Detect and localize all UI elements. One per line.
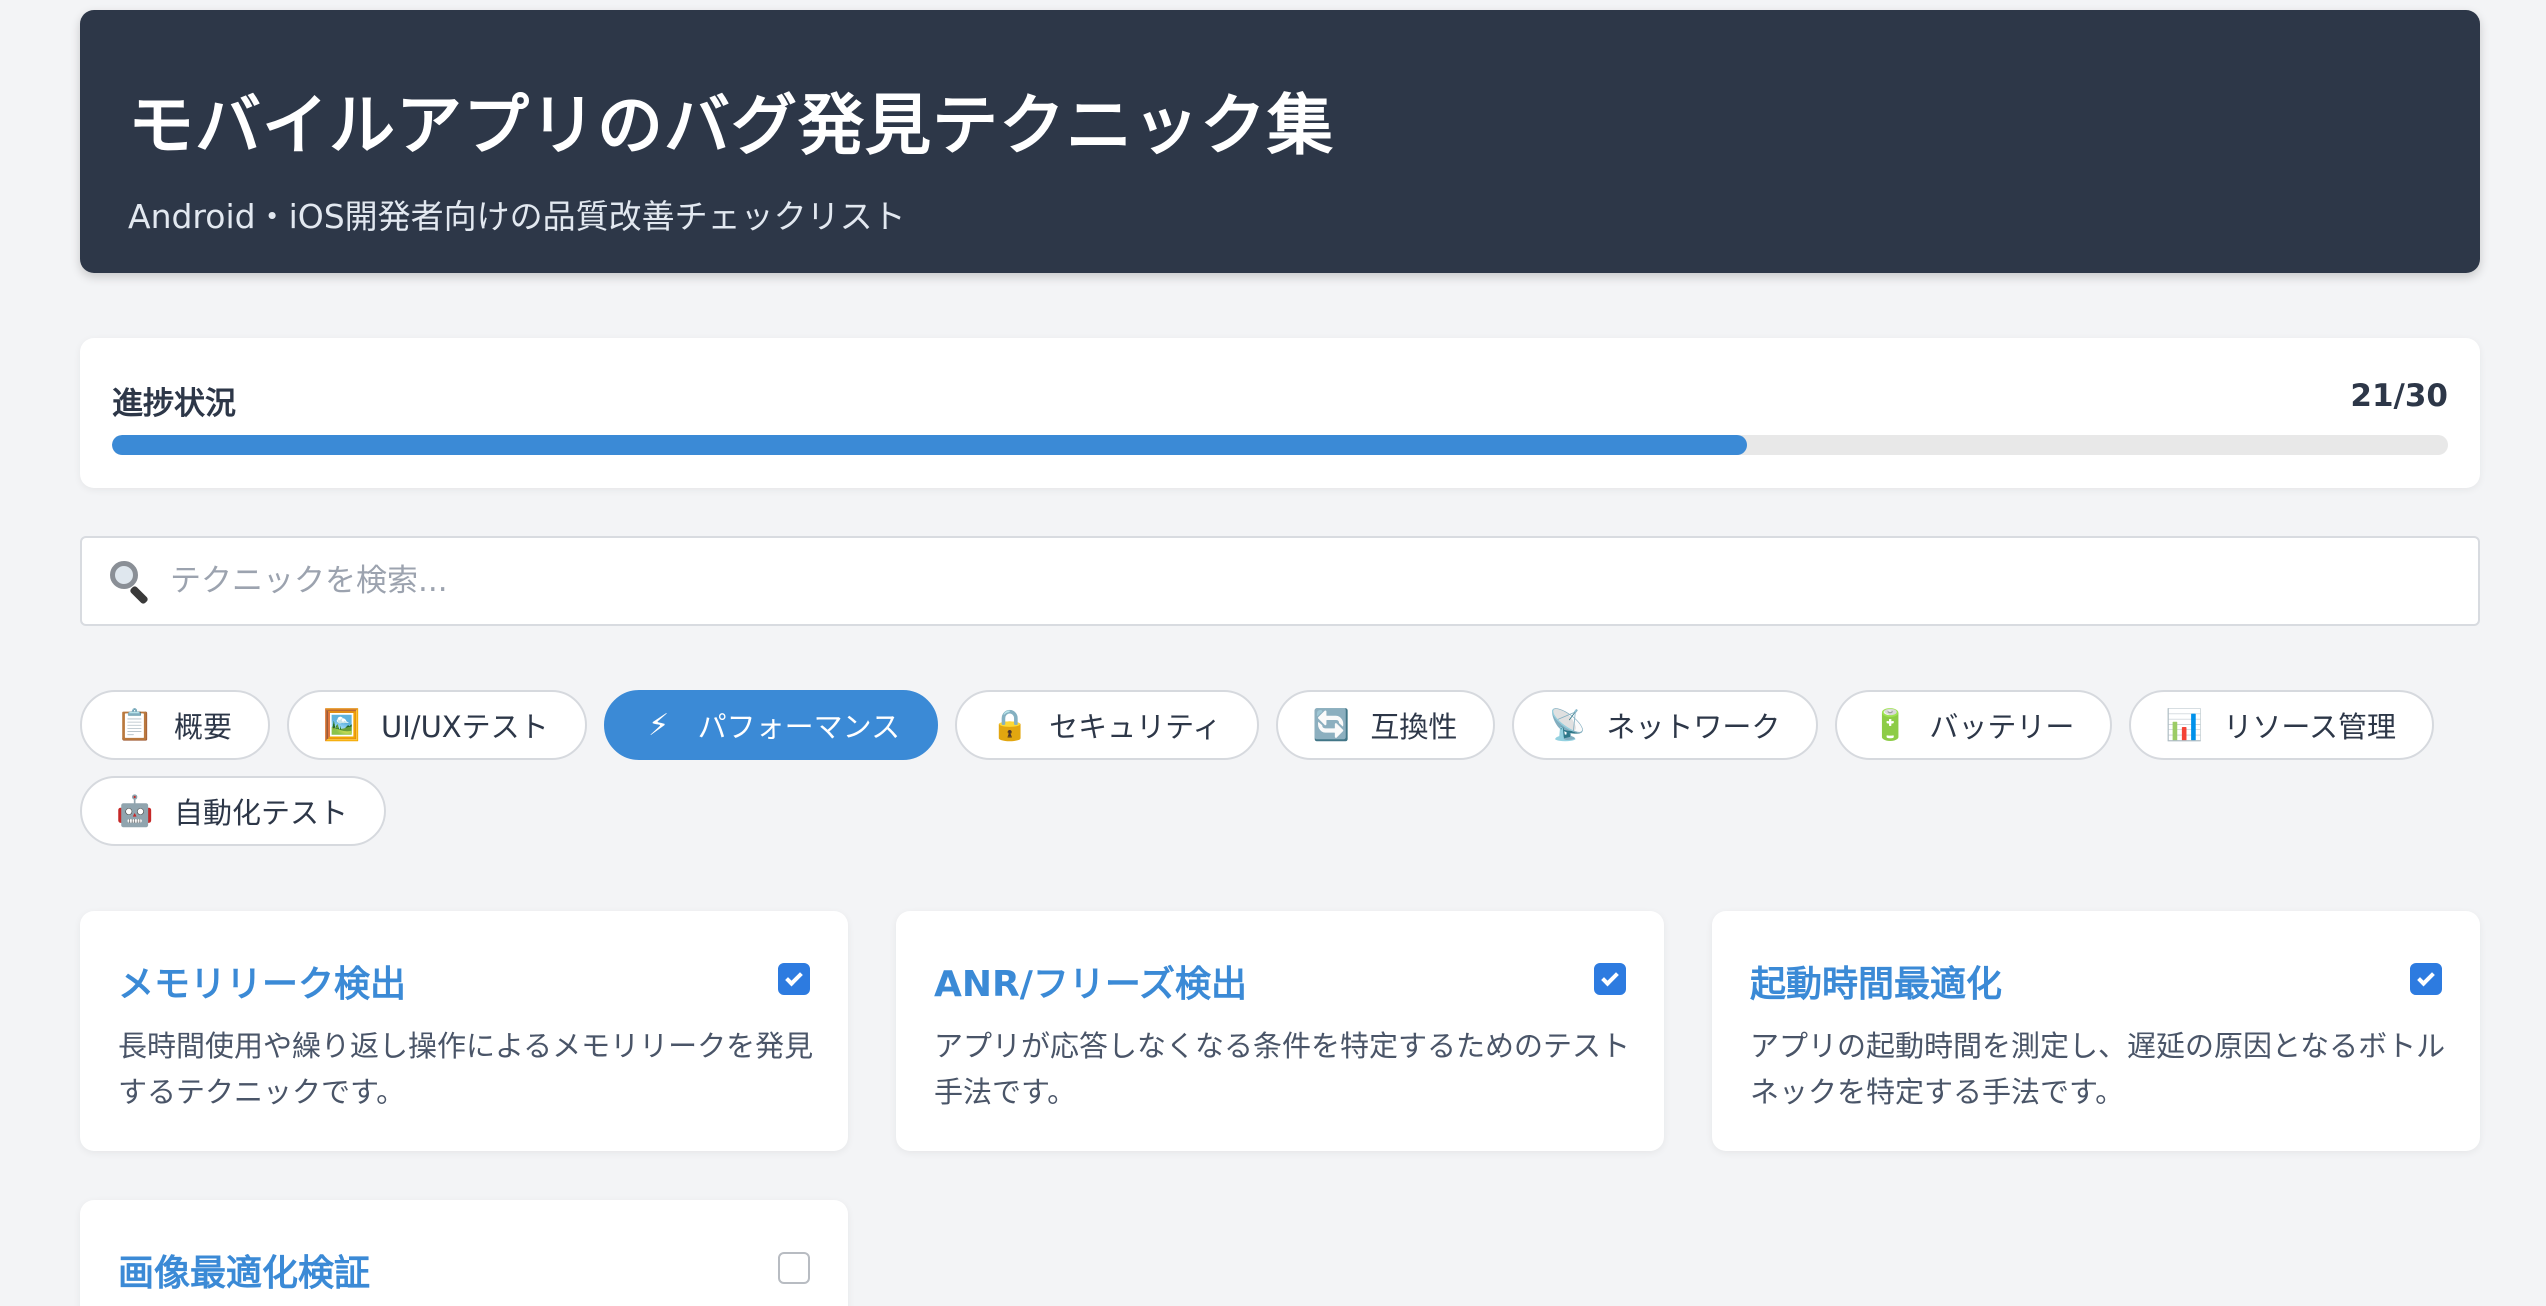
satellite-icon: 📡 bbox=[1548, 707, 1587, 743]
search-icon bbox=[108, 559, 152, 605]
refresh-icon: 🔄 bbox=[1312, 707, 1351, 743]
tab-label: 概要 bbox=[174, 710, 233, 744]
lightning-icon: ⚡ bbox=[648, 707, 670, 743]
card-title[interactable]: 起動時間最適化 bbox=[1750, 955, 2002, 1007]
tab-resource-management[interactable]: 📊 リソース管理 bbox=[2129, 690, 2434, 760]
picture-icon: 🖼️ bbox=[323, 707, 361, 743]
page-subtitle: Android・iOS開発者向けの品質改善チェックリスト bbox=[128, 197, 906, 236]
lock-icon: 🔒 bbox=[991, 707, 1029, 743]
progress-bar bbox=[112, 435, 2448, 455]
tab-label: パフォーマンス bbox=[697, 710, 901, 744]
progress-count: 21/30 bbox=[2350, 378, 2448, 414]
search-box[interactable] bbox=[80, 536, 2480, 626]
tab-network[interactable]: 📡 ネットワーク bbox=[1512, 690, 1819, 760]
bar-chart-icon: 📊 bbox=[2165, 707, 2204, 743]
card-description: 長時間使用や繰り返し操作によるメモリリークを発見するテクニックです。 bbox=[118, 1029, 814, 1109]
technique-card[interactable]: 起動時間最適化 アプリの起動時間を測定し、遅延の原因となるボトルネックを特定する… bbox=[1712, 911, 2480, 1151]
card-checkbox[interactable] bbox=[778, 1252, 810, 1284]
card-description: アプリの起動時間を測定し、遅延の原因となるボトルネックを特定する手法です。 bbox=[1750, 1029, 2446, 1109]
tab-security[interactable]: 🔒 セキュリティ bbox=[955, 690, 1260, 760]
card-description: アプリが応答しなくなる条件を特定するためのテスト手法です。 bbox=[934, 1029, 1631, 1109]
tab-battery[interactable]: 🔋 バッテリー bbox=[1835, 690, 2113, 760]
checkmark-icon bbox=[785, 968, 803, 986]
progress-card: 進捗状況 21/30 bbox=[80, 338, 2480, 488]
tab-label: バッテリー bbox=[1929, 710, 2075, 744]
tab-label: 自動化テスト bbox=[174, 796, 349, 830]
progress-label: 進捗状況 bbox=[112, 386, 236, 422]
tab-label: リソース管理 bbox=[2223, 710, 2396, 744]
robot-icon: 🤖 bbox=[116, 793, 154, 829]
progress-bar-fill bbox=[112, 435, 1748, 455]
checkmark-icon bbox=[1601, 968, 1619, 986]
category-tabs: 📋 概要 🖼️ UI/UXテスト ⚡ パフォーマンス 🔒 セキュリティ 🔄 互換… bbox=[80, 690, 2500, 846]
header-banner: モバイルアプリのバグ発見テクニック集 Android・iOS開発者向けの品質改善… bbox=[80, 10, 2480, 273]
tab-compatibility[interactable]: 🔄 互換性 bbox=[1276, 690, 1496, 760]
card-checkbox[interactable] bbox=[2410, 963, 2442, 995]
tab-ui-ux-test[interactable]: 🖼️ UI/UXテスト bbox=[287, 690, 587, 760]
tab-label: セキュリティ bbox=[1049, 710, 1222, 744]
technique-card[interactable]: メモリリーク検出 長時間使用や繰り返し操作によるメモリリークを発見するテクニック… bbox=[80, 911, 848, 1151]
card-checkbox[interactable] bbox=[778, 963, 810, 995]
card-title[interactable]: メモリリーク検出 bbox=[118, 955, 406, 1007]
tab-label: ネットワーク bbox=[1606, 710, 1781, 744]
tab-automation-test[interactable]: 🤖 自動化テスト bbox=[80, 776, 387, 846]
technique-card[interactable]: ANR/フリーズ検出 アプリが応答しなくなる条件を特定するためのテスト手法です。 bbox=[896, 911, 1664, 1151]
card-checkbox[interactable] bbox=[1594, 963, 1626, 995]
page-title: モバイルアプリのバグ発見テクニック集 bbox=[128, 87, 1334, 164]
battery-icon: 🔋 bbox=[1871, 707, 1910, 743]
search-input[interactable] bbox=[152, 538, 2478, 624]
card-title[interactable]: ANR/フリーズ検出 bbox=[934, 955, 1247, 1007]
tab-overview[interactable]: 📋 概要 bbox=[80, 690, 271, 760]
technique-card[interactable]: 画像最適化検証 bbox=[80, 1200, 848, 1306]
tab-label: UI/UXテスト bbox=[381, 710, 549, 744]
tab-label: 互換性 bbox=[1370, 710, 1458, 744]
clipboard-icon: 📋 bbox=[116, 707, 154, 743]
card-title[interactable]: 画像最適化検証 bbox=[118, 1244, 370, 1296]
checkmark-icon bbox=[2417, 968, 2435, 986]
tab-performance[interactable]: ⚡ パフォーマンス bbox=[603, 690, 939, 760]
page: モバイルアプリのバグ発見テクニック集 Android・iOS開発者向けの品質改善… bbox=[0, 0, 2546, 1306]
